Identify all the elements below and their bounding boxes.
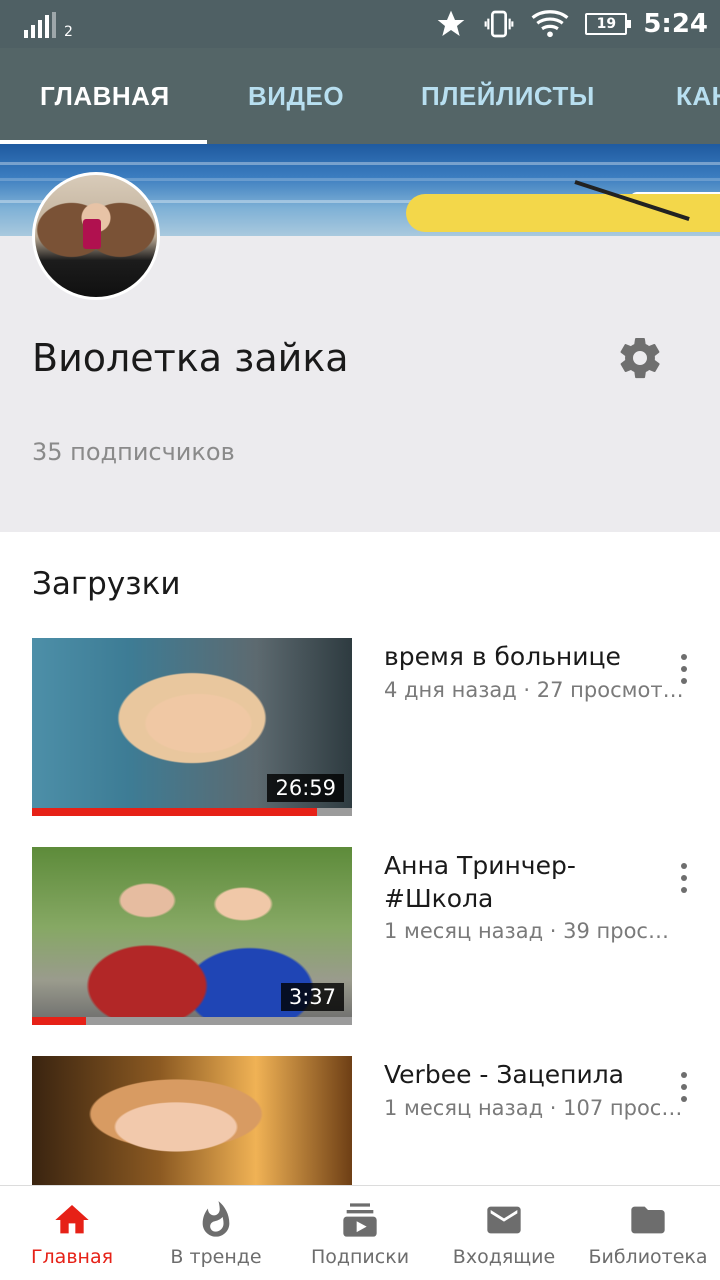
uploads-title: Загрузки	[32, 566, 181, 602]
tab-videos[interactable]: ВИДЕО	[248, 48, 344, 144]
home-icon	[55, 1205, 89, 1234]
video-item[interactable]: 3:37 Анна Тринчер- #Школа 1 месяц назад …	[0, 847, 720, 1027]
nav-label: Библиотека	[588, 1246, 708, 1268]
more-vert-icon[interactable]	[672, 861, 696, 897]
nav-label: Подписки	[310, 1246, 410, 1268]
nav-label: Входящие	[452, 1246, 556, 1268]
video-meta: 1 месяц назад · 107 просмотров	[384, 1096, 684, 1120]
watch-progress-fill	[32, 808, 317, 816]
nav-label: Главная	[30, 1246, 114, 1268]
video-item[interactable]: 26:59 время в больнице 4 дня назад · 27 …	[0, 638, 720, 818]
video-title[interactable]: Анна Тринчер- #Школа	[384, 849, 684, 915]
channel-name: Виолетка зайка	[32, 336, 349, 380]
video-duration: 3:37	[280, 983, 344, 1011]
video-title[interactable]: время в больнице	[384, 640, 684, 673]
watch-progress	[32, 1017, 352, 1025]
tab-home[interactable]: ГЛАВНАЯ	[40, 48, 170, 144]
video-title[interactable]: Verbee - Зацепила	[384, 1058, 684, 1091]
vibrate-icon	[484, 10, 514, 38]
video-meta: 4 дня назад · 27 просмотров	[384, 678, 684, 702]
wifi-icon	[531, 10, 569, 38]
star-icon	[437, 10, 465, 36]
status-bar: 2 19 5:24	[0, 0, 720, 48]
folder-icon	[631, 1206, 665, 1234]
watch-progress	[32, 808, 352, 816]
nav-inbox[interactable]: Входящие	[432, 1186, 576, 1280]
mail-icon	[487, 1206, 521, 1234]
flame-icon	[202, 1201, 230, 1237]
nav-label: В тренде	[170, 1246, 262, 1268]
nav-subscriptions[interactable]: Подписки	[288, 1186, 432, 1280]
subscriber-count: 35 подписчиков	[32, 438, 235, 466]
nav-library[interactable]: Библиотека	[576, 1186, 720, 1280]
video-meta: 1 месяц назад · 39 просмотров	[384, 919, 684, 943]
sim-number: 2	[64, 24, 73, 40]
subscriptions-icon	[343, 1203, 377, 1237]
tab-channels[interactable]: КАН	[676, 48, 720, 144]
more-vert-icon[interactable]	[672, 1070, 696, 1106]
nav-home[interactable]: Главная	[0, 1186, 144, 1280]
battery-indicator: 19	[585, 13, 632, 35]
bottom-navigation: Главная В тренде Подписки Входящие Библи…	[0, 1185, 720, 1280]
channel-tabs: ГЛАВНАЯ ВИДЕО ПЛЕЙЛИСТЫ КАН	[0, 48, 720, 144]
signal-icon	[24, 12, 58, 38]
video-thumbnail[interactable]	[32, 1056, 352, 1185]
clock: 5:24	[643, 9, 708, 39]
nav-trending[interactable]: В тренде	[144, 1186, 288, 1280]
avatar	[32, 172, 160, 300]
video-thumbnail[interactable]: 3:37	[32, 847, 352, 1025]
gear-icon[interactable]	[616, 334, 664, 382]
video-duration: 26:59	[267, 774, 344, 802]
tab-playlists[interactable]: ПЛЕЙЛИСТЫ	[421, 48, 595, 144]
watch-progress-fill	[32, 1017, 87, 1025]
video-thumbnail[interactable]: 26:59	[32, 638, 352, 816]
more-vert-icon[interactable]	[672, 652, 696, 688]
